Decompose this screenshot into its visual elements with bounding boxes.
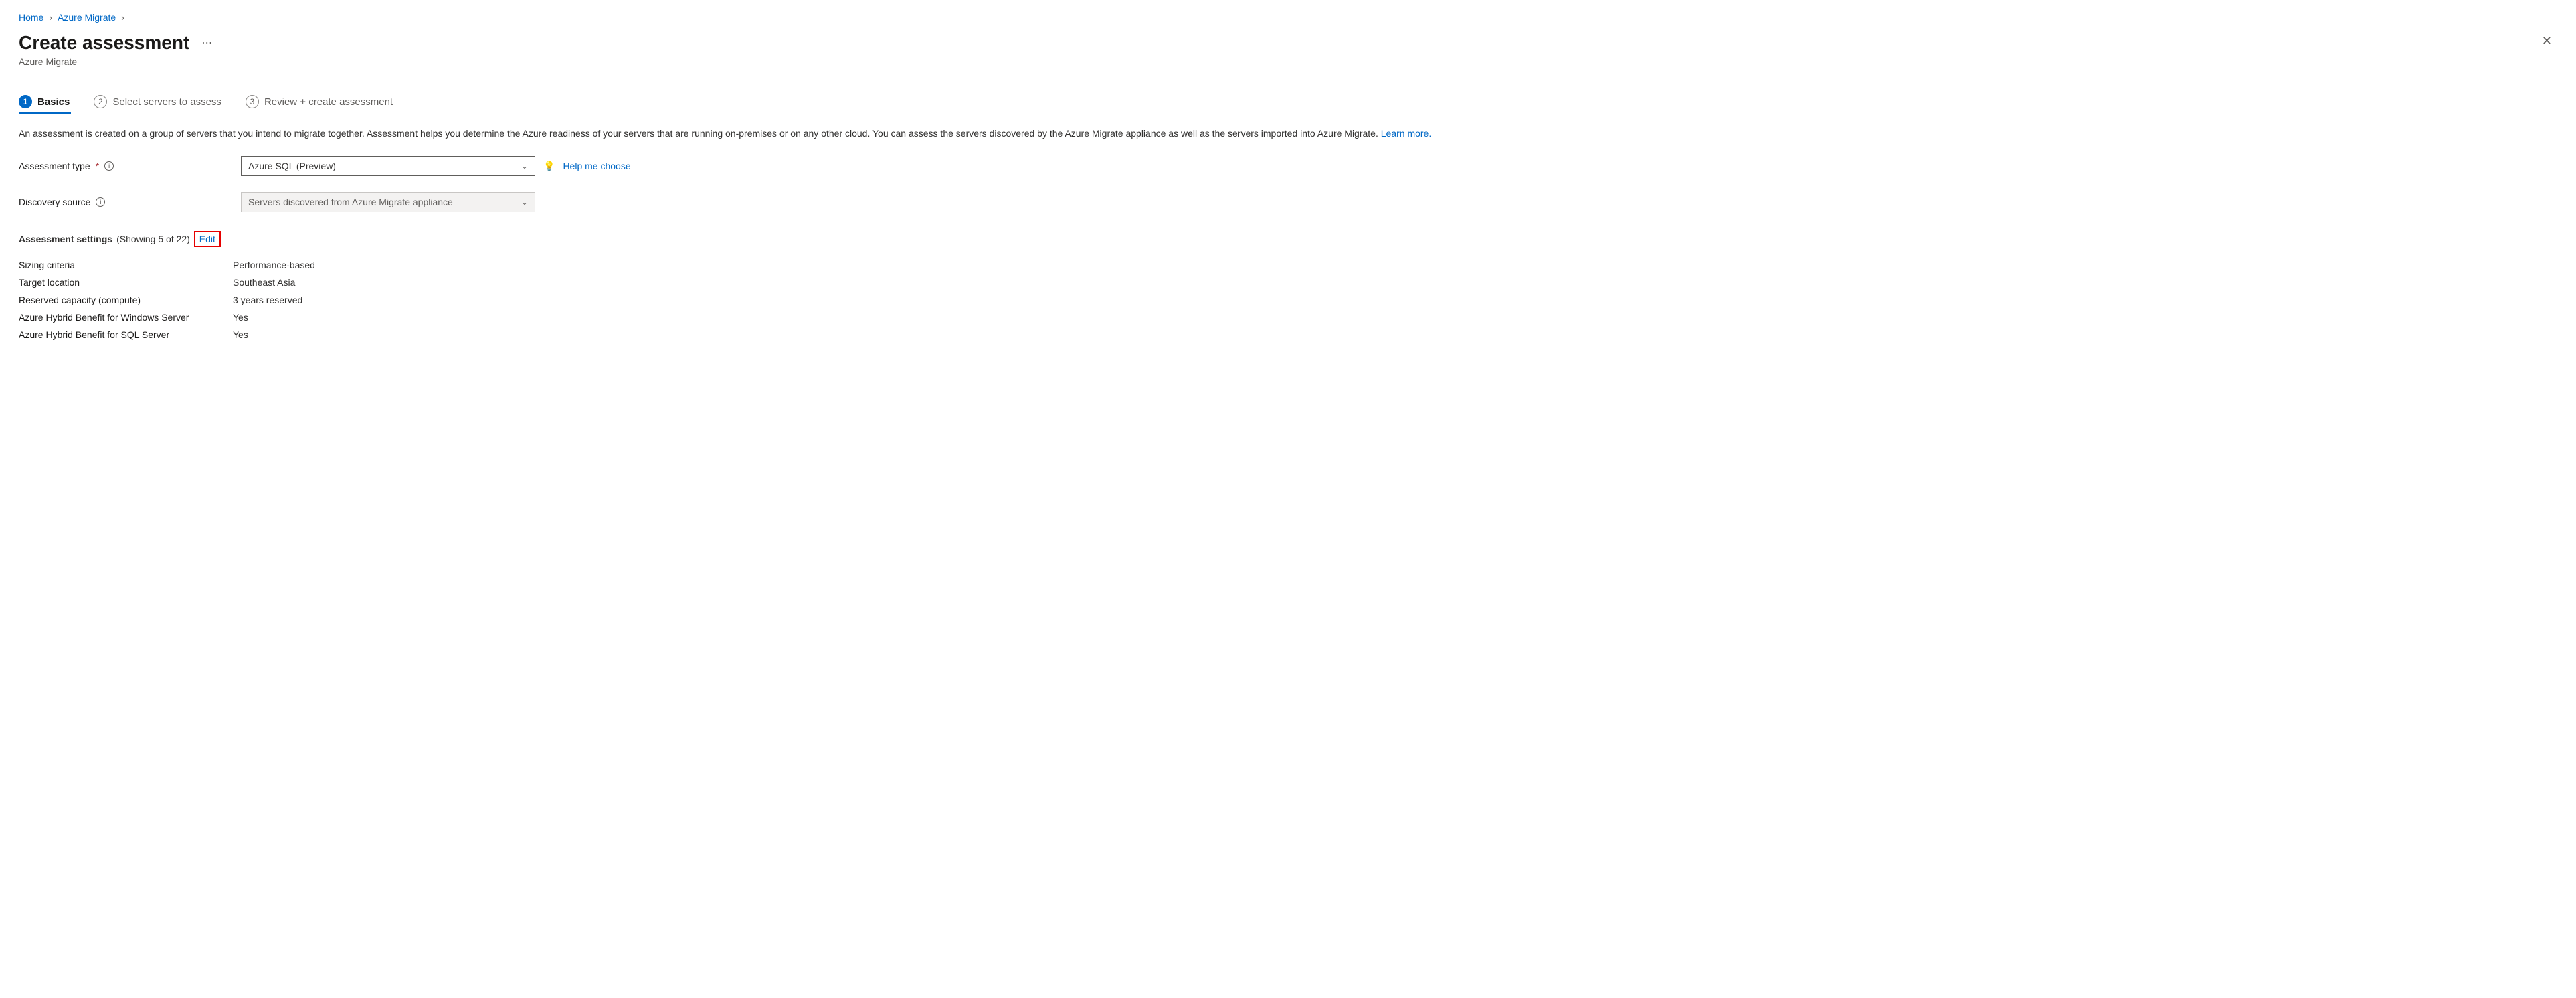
step-label: Select servers to assess bbox=[112, 96, 221, 108]
setting-key: Reserved capacity (compute) bbox=[19, 295, 233, 305]
row-assessment-type: Assessment type * i Azure SQL (Preview) … bbox=[19, 156, 2557, 176]
table-row: Target location Southeast Asia bbox=[19, 274, 2557, 291]
setting-value: Yes bbox=[233, 312, 248, 323]
setting-value: Performance-based bbox=[233, 260, 315, 270]
setting-value: Yes bbox=[233, 329, 248, 340]
breadcrumb-home[interactable]: Home bbox=[19, 12, 43, 23]
breadcrumb-azure-migrate[interactable]: Azure Migrate bbox=[58, 12, 116, 23]
learn-more-link[interactable]: Learn more. bbox=[1381, 128, 1431, 139]
required-icon: * bbox=[96, 161, 99, 171]
setting-key: Target location bbox=[19, 277, 233, 288]
page-subtitle: Azure Migrate bbox=[19, 56, 2537, 67]
tab-review-create[interactable]: 3 Review + create assessment bbox=[246, 95, 393, 114]
chevron-down-icon: ⌄ bbox=[521, 197, 528, 207]
setting-key: Azure Hybrid Benefit for Windows Server bbox=[19, 312, 233, 323]
setting-key: Sizing criteria bbox=[19, 260, 233, 270]
tab-basics[interactable]: 1 Basics bbox=[19, 95, 70, 114]
help-me-choose-link[interactable]: Help me choose bbox=[563, 161, 630, 171]
chevron-right-icon: › bbox=[49, 12, 52, 23]
description-body: An assessment is created on a group of s… bbox=[19, 128, 1381, 139]
settings-showing: (Showing 5 of 22) bbox=[116, 234, 190, 244]
close-icon[interactable]: ✕ bbox=[2537, 32, 2557, 50]
step-number: 3 bbox=[246, 95, 259, 108]
settings-table: Sizing criteria Performance-based Target… bbox=[19, 256, 2557, 343]
step-number: 2 bbox=[94, 95, 107, 108]
table-row: Azure Hybrid Benefit for SQL Server Yes bbox=[19, 326, 2557, 343]
step-label: Basics bbox=[37, 96, 70, 108]
info-icon[interactable]: i bbox=[104, 161, 114, 171]
more-icon[interactable]: ⋯ bbox=[201, 36, 212, 50]
label-assessment-type: Assessment type bbox=[19, 161, 90, 171]
table-row: Azure Hybrid Benefit for Windows Server … bbox=[19, 309, 2557, 326]
chevron-right-icon: › bbox=[121, 12, 124, 23]
edit-link[interactable]: Edit bbox=[194, 231, 221, 247]
tab-select-servers[interactable]: 2 Select servers to assess bbox=[94, 95, 221, 114]
stepper: 1 Basics 2 Select servers to assess 3 Re… bbox=[19, 95, 2557, 114]
step-label: Review + create assessment bbox=[264, 96, 393, 108]
setting-key: Azure Hybrid Benefit for SQL Server bbox=[19, 329, 233, 340]
page-title: Create assessment bbox=[19, 32, 189, 54]
chevron-down-icon: ⌄ bbox=[521, 161, 528, 171]
select-assessment-type[interactable]: Azure SQL (Preview) ⌄ bbox=[241, 156, 535, 176]
settings-heading: Assessment settings bbox=[19, 234, 112, 244]
select-value: Azure SQL (Preview) bbox=[248, 161, 336, 171]
setting-value: 3 years reserved bbox=[233, 295, 302, 305]
step-number: 1 bbox=[19, 95, 32, 108]
description-text: An assessment is created on a group of s… bbox=[19, 127, 2557, 140]
row-discovery-source: Discovery source i Servers discovered fr… bbox=[19, 192, 2557, 212]
table-row: Reserved capacity (compute) 3 years rese… bbox=[19, 291, 2557, 309]
page-header: Create assessment ⋯ Azure Migrate ✕ bbox=[19, 32, 2557, 67]
assessment-settings-header: Assessment settings (Showing 5 of 22) Ed… bbox=[19, 231, 2557, 247]
breadcrumb: Home › Azure Migrate › bbox=[19, 12, 2557, 23]
table-row: Sizing criteria Performance-based bbox=[19, 256, 2557, 274]
info-icon[interactable]: i bbox=[96, 197, 105, 207]
label-discovery-source: Discovery source bbox=[19, 197, 90, 207]
lightbulb-icon: 💡 bbox=[543, 161, 555, 172]
setting-value: Southeast Asia bbox=[233, 277, 295, 288]
select-discovery-source: Servers discovered from Azure Migrate ap… bbox=[241, 192, 535, 212]
select-value: Servers discovered from Azure Migrate ap… bbox=[248, 197, 453, 207]
